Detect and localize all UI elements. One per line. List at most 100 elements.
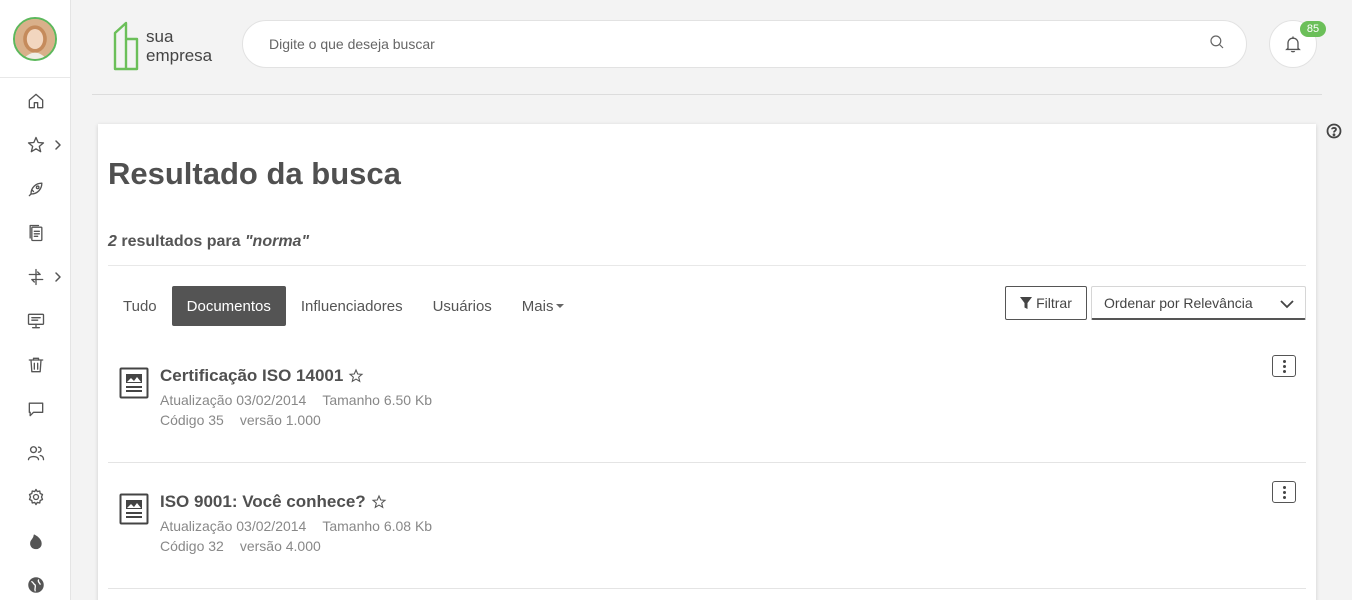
sidebar-item-launch[interactable] (0, 167, 71, 211)
order-select[interactable]: Ordenar por Relevância (1091, 286, 1306, 320)
star-icon (348, 368, 364, 383)
search-input[interactable] (269, 36, 1208, 52)
kebab-dot (1282, 490, 1286, 494)
logo-line-1: sua (146, 27, 174, 46)
kebab-dot (1282, 364, 1286, 368)
caret-down-icon (556, 304, 565, 308)
sidebar-item-messages[interactable] (0, 387, 71, 431)
results-for-label: resultados para (121, 233, 241, 250)
globe-icon (27, 577, 44, 593)
tab-label: Documentos (186, 297, 271, 315)
sidebar-item-presentation[interactable] (0, 299, 71, 343)
result-meta-row-2: Código 32 versão 4.000 (160, 538, 321, 554)
tab-label: Tudo (123, 297, 157, 315)
result-size: Tamanho 6.08 Kb (322, 518, 433, 534)
result-size: Tamanho 6.50 Kb (322, 392, 433, 408)
sidebar-item-documents[interactable] (0, 211, 71, 255)
sidebar-item-users[interactable] (0, 431, 71, 475)
result-version: versão 1.000 (239, 412, 321, 428)
kebab-dot (1282, 369, 1286, 373)
result-options-button[interactable] (1272, 355, 1296, 377)
logo-mark-icon (113, 21, 139, 71)
trash-icon (28, 357, 43, 373)
sidebar-item-settings[interactable] (0, 475, 71, 519)
kebab-dot (1282, 359, 1286, 363)
home-icon (28, 93, 43, 109)
chevron-right-icon (53, 270, 63, 282)
sidebar-item-workflow[interactable] (0, 255, 71, 299)
star-icon (27, 136, 44, 153)
result-title-text: Certificação ISO 14001 (160, 366, 344, 385)
company-logo[interactable]: sua empresa (112, 20, 227, 72)
notification-count-badge: 85 (1300, 21, 1326, 37)
result-divider (108, 588, 1306, 589)
tab-label: Mais (521, 297, 554, 315)
result-title[interactable]: ISO 9001: Você conhece? (160, 492, 387, 512)
avatar[interactable] (13, 16, 57, 61)
tab-more[interactable]: Mais (507, 286, 580, 326)
filter-button[interactable]: Filtrar (1005, 286, 1087, 320)
sidebar-item-trending[interactable] (0, 519, 71, 563)
results-summary: 2 resultados para "norma" (108, 233, 309, 251)
result-title-text: ISO 9001: Você conhece? (160, 492, 366, 511)
presentation-icon (27, 313, 44, 329)
page-title: Resultado da busca (108, 156, 401, 191)
users-icon (27, 446, 44, 461)
flame-icon (29, 534, 42, 550)
star-icon (371, 494, 387, 509)
sidebar-item-trash[interactable] (0, 343, 71, 387)
sidebar (0, 0, 71, 600)
bell-icon (1285, 36, 1301, 53)
results-count: 2 (108, 233, 117, 250)
search-query: "norma" (244, 233, 310, 250)
document-image-icon (119, 493, 149, 525)
rocket-icon (28, 182, 42, 197)
result-meta-row-2: Código 35 versão 1.000 (160, 412, 321, 428)
search-results-card: Resultado da busca 2 resultados para "no… (98, 124, 1316, 600)
result-options-button[interactable] (1272, 481, 1296, 503)
document-image-icon (119, 367, 149, 399)
chevron-down-icon (1279, 297, 1295, 309)
filter-icon (1020, 296, 1033, 309)
sidebar-item-home[interactable] (0, 79, 71, 123)
chevron-right-icon (53, 138, 63, 150)
header-divider (92, 94, 1322, 95)
result-updated: Atualização 03/02/2014 (160, 518, 307, 534)
favorite-star-button[interactable] (371, 494, 387, 510)
help-button[interactable] (1326, 123, 1342, 139)
result-meta-row-1: Atualização 03/02/2014 Tamanho 6.08 Kb (160, 518, 432, 534)
logo-line-2: empresa (146, 46, 213, 65)
documents-icon (29, 224, 42, 242)
workflow-icon (28, 268, 43, 286)
result-updated: Atualização 03/02/2014 (160, 392, 307, 408)
order-select-value: Ordenar por Relevância (1104, 294, 1253, 311)
avatar-container (0, 0, 70, 78)
search-bar (242, 20, 1247, 68)
filter-label: Filtrar (1036, 295, 1072, 311)
favorite-star-button[interactable] (348, 368, 364, 384)
sidebar-item-favorites[interactable] (0, 123, 71, 167)
chat-icon (28, 402, 43, 417)
result-item[interactable]: ISO 9001: Você conhece? Atualização 03/0… (108, 463, 1306, 589)
tab-label: Usuários (432, 297, 492, 315)
search-icon (1210, 34, 1224, 48)
gear-icon (28, 488, 43, 506)
kebab-dot (1282, 495, 1286, 499)
tab-users[interactable]: Usuários (418, 286, 507, 326)
help-icon (1326, 123, 1342, 139)
tab-influencers[interactable]: Influenciadores (286, 286, 418, 326)
tab-documents[interactable]: Documentos (171, 286, 286, 326)
tab-label: Influenciadores (300, 297, 403, 315)
sidebar-item-global[interactable] (0, 563, 71, 600)
result-title[interactable]: Certificação ISO 14001 (160, 366, 364, 386)
result-item[interactable]: Certificação ISO 14001 Atualização 03/02… (108, 337, 1306, 463)
result-version: versão 4.000 (239, 538, 321, 554)
logo-text: sua empresa (146, 27, 212, 65)
tab-all[interactable]: Tudo (108, 286, 172, 326)
search-button[interactable] (1208, 33, 1226, 56)
summary-divider (108, 265, 1306, 266)
result-meta-row-1: Atualização 03/02/2014 Tamanho 6.50 Kb (160, 392, 432, 408)
result-tabs: Tudo Documentos Influenciadores Usuários… (108, 286, 579, 326)
sidebar-nav (0, 79, 71, 600)
result-code: Código 35 (160, 412, 224, 428)
